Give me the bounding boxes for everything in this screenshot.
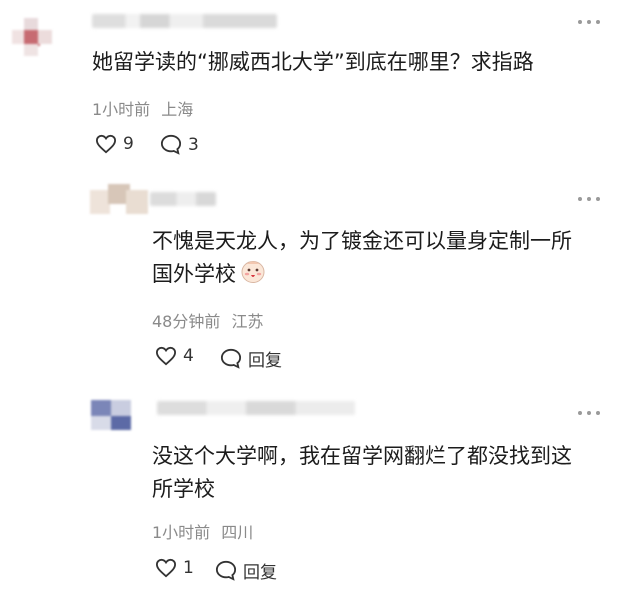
comment-bubble-icon: [160, 134, 182, 155]
timestamp: 1小时前: [152, 523, 211, 542]
reply-count: 3: [188, 134, 199, 155]
location: 江苏: [231, 312, 264, 331]
comment-text-line-2: 国外学校: [152, 257, 266, 294]
reply-count-button[interactable]: 3: [160, 134, 199, 155]
comment-bubble-icon: [220, 348, 242, 369]
like-count: 1: [183, 558, 194, 578]
username-blurred[interactable]: [157, 401, 355, 415]
comment-text: 她留学读的“挪威西北大学”到底在哪里？求指路: [92, 50, 534, 74]
timestamp: 1小时前: [92, 100, 151, 119]
comment-text-line-1: 不愧是天龙人，为了镀金还可以量身定制一所: [152, 229, 572, 253]
reply-label: 回复: [248, 351, 282, 371]
like-button[interactable]: 4: [155, 346, 194, 366]
comment-text-line-1: 没这个大学啊，我在留学网翻烂了都没找到这: [152, 444, 572, 468]
emoji-face-icon: [240, 258, 266, 294]
username-blurred[interactable]: [92, 14, 277, 28]
avatar[interactable]: [90, 184, 148, 214]
like-button[interactable]: 9: [95, 134, 134, 154]
like-count: 4: [183, 346, 194, 366]
username-blurred[interactable]: [150, 192, 216, 206]
like-button[interactable]: 1: [155, 558, 194, 578]
reply-button[interactable]: 回复: [215, 558, 277, 583]
comment-meta: 1小时前 四川: [152, 519, 253, 543]
comment-text-line-2: 所学校: [152, 477, 215, 501]
comment-meta: 48分钟前 江苏: [152, 308, 263, 332]
like-count: 9: [123, 134, 134, 154]
heart-icon: [155, 346, 177, 366]
heart-icon: [95, 134, 117, 154]
comment-bubble-icon: [215, 560, 237, 581]
comment-meta: 1小时前 上海: [92, 96, 193, 120]
more-options-icon[interactable]: [578, 411, 600, 417]
more-options-icon[interactable]: [578, 20, 600, 26]
more-options-icon[interactable]: [578, 197, 600, 203]
timestamp: 48分钟前: [152, 312, 221, 331]
avatar[interactable]: [12, 18, 52, 58]
reply-button[interactable]: 回复: [220, 346, 282, 371]
location: 四川: [221, 523, 254, 542]
heart-icon: [155, 558, 177, 578]
reply-label: 回复: [243, 563, 277, 583]
avatar[interactable]: [91, 400, 131, 430]
location: 上海: [161, 100, 194, 119]
